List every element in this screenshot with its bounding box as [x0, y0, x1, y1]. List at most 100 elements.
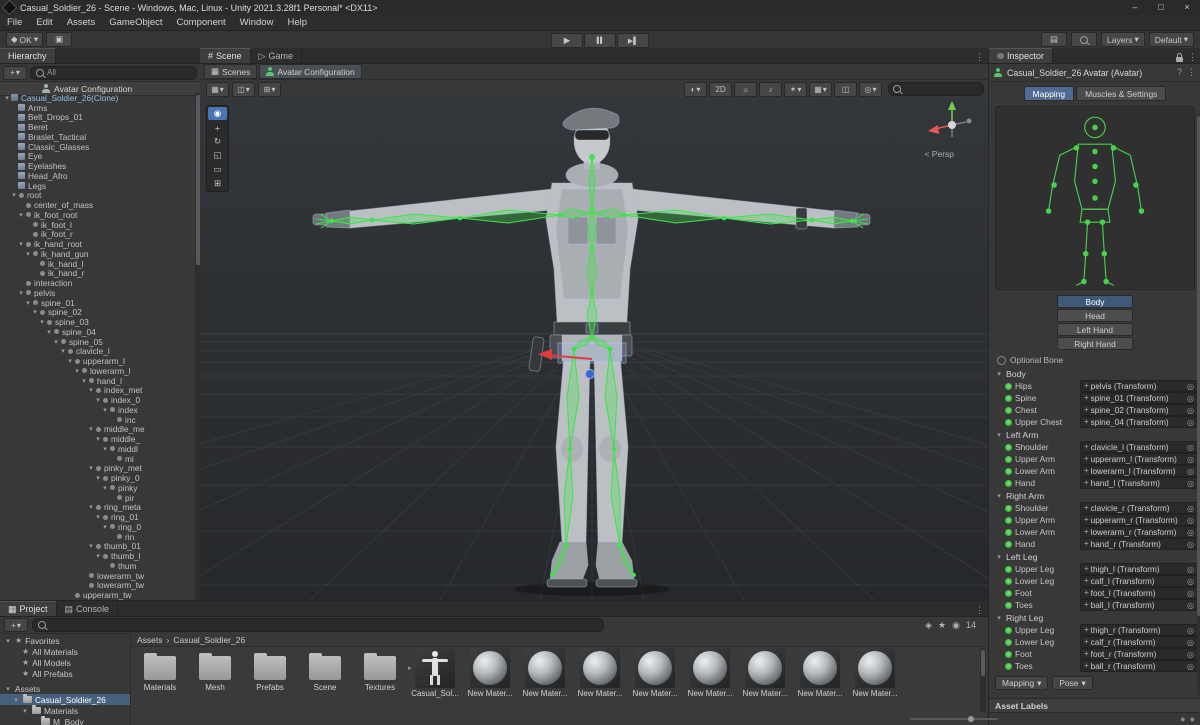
- layers-dropdown[interactable]: Layers▾: [1101, 32, 1145, 47]
- orientation-gizmo[interactable]: [928, 101, 972, 137]
- thumbnail-zoom-slider[interactable]: [910, 715, 974, 723]
- foldout-arrow[interactable]: ▾: [17, 289, 25, 297]
- hierarchy-item-pelvis[interactable]: ▾pelvis: [0, 288, 195, 298]
- perspective-label[interactable]: < Persp: [924, 149, 954, 159]
- object-picker-icon[interactable]: ◎: [1187, 589, 1194, 598]
- hierarchy-item-middle_[interactable]: ▾middle_: [0, 434, 195, 444]
- avatar-part-button-body[interactable]: Body: [1057, 295, 1133, 308]
- rotate-tool-button[interactable]: ↻: [208, 135, 227, 148]
- bone-object-field[interactable]: +calf_l (Transform)◎: [1080, 575, 1200, 587]
- foldout-arrow[interactable]: ▾: [21, 707, 29, 715]
- draw-mode-button[interactable]: ▦▾: [206, 82, 229, 97]
- foldout-arrow[interactable]: ▾: [4, 637, 12, 645]
- object-picker-icon[interactable]: ◎: [1187, 504, 1194, 513]
- shading-mode-button[interactable]: ◐▾: [684, 82, 707, 97]
- hierarchy-item-ring_01[interactable]: ▾ring_01: [0, 512, 195, 522]
- lighting-toggle-button[interactable]: ☼: [734, 82, 757, 97]
- bone-object-field[interactable]: +spine_04 (Transform)◎: [1080, 416, 1200, 428]
- hierarchy-item-interaction[interactable]: interaction: [0, 278, 195, 288]
- bone-object-field[interactable]: +foot_l (Transform)◎: [1080, 587, 1200, 599]
- foldout-arrow[interactable]: ▾: [31, 308, 39, 316]
- object-picker-icon[interactable]: ◎: [1187, 479, 1194, 488]
- foldout-arrow[interactable]: ▾: [24, 250, 32, 258]
- bone-object-field[interactable]: +spine_02 (Transform)◎: [1080, 404, 1200, 416]
- hierarchy-item-thum[interactable]: thum: [0, 561, 195, 571]
- section-foldout-right-leg[interactable]: ▾Right Leg: [995, 611, 1200, 624]
- bone-object-field[interactable]: +lowerarm_l (Transform)◎: [1080, 465, 1200, 477]
- foldout-arrow[interactable]: ▾: [94, 513, 102, 521]
- foldout-arrow[interactable]: ▾: [87, 542, 95, 550]
- assets-foldout[interactable]: ▾Assets: [0, 683, 130, 694]
- undo-history-button[interactable]: ▤: [1041, 32, 1067, 47]
- object-picker-icon[interactable]: ◎: [1187, 528, 1194, 537]
- camera-button[interactable]: ◫: [834, 82, 857, 97]
- foldout-arrow[interactable]: ▾: [17, 240, 25, 248]
- foldout-arrow[interactable]: ▾: [87, 425, 95, 433]
- menu-gameobject[interactable]: GameObject: [102, 15, 169, 30]
- hierarchy-item-Legs[interactable]: Legs: [0, 181, 195, 191]
- hierarchy-item-lowerarm_tw[interactable]: lowerarm_tw: [0, 581, 195, 591]
- foldout-arrow[interactable]: ▾: [73, 367, 81, 375]
- bone-object-field[interactable]: +lowerarm_r (Transform)◎: [1080, 526, 1200, 538]
- avatar-mapping-diagram[interactable]: [995, 106, 1195, 290]
- layout-dropdown[interactable]: Default▾: [1149, 32, 1194, 47]
- object-picker-icon[interactable]: ◎: [1187, 565, 1194, 574]
- tab-project[interactable]: ▦Project: [0, 601, 57, 616]
- hierarchy-item-thumb_01[interactable]: ▾thumb_01: [0, 542, 195, 552]
- foldout-arrow[interactable]: ▾: [66, 357, 74, 365]
- foldout-arrow[interactable]: ▾: [87, 464, 95, 472]
- project-tab-menu-icon[interactable]: ⋮: [975, 605, 984, 616]
- hierarchy-item-center_of_mass[interactable]: center_of_mass: [0, 200, 195, 210]
- effects-toggle-button[interactable]: ✶▾: [784, 82, 807, 97]
- bone-object-field[interactable]: +calf_r (Transform)◎: [1080, 636, 1200, 648]
- bone-object-field[interactable]: +clavicle_r (Transform)◎: [1080, 502, 1200, 514]
- foldout-arrow[interactable]: ▾: [52, 338, 60, 346]
- bone-object-field[interactable]: +spine_01 (Transform)◎: [1080, 392, 1200, 404]
- object-picker-icon[interactable]: ◎: [1187, 650, 1194, 659]
- breadcrumb-root[interactable]: Assets: [137, 635, 163, 645]
- scene-search-input[interactable]: [888, 82, 984, 96]
- avatar-part-button-right-hand[interactable]: Right Hand: [1057, 337, 1133, 350]
- bone-object-field[interactable]: +thigh_r (Transform)◎: [1080, 624, 1200, 636]
- foldout-arrow[interactable]: ▾: [45, 328, 53, 336]
- avatar-configuration-breadcrumb[interactable]: Avatar Configuration: [259, 64, 361, 79]
- hierarchy-item-spine_04[interactable]: ▾spine_04: [0, 327, 195, 337]
- object-picker-icon[interactable]: ◎: [1187, 540, 1194, 549]
- project-tree-item-materials[interactable]: ▾Materials: [0, 705, 130, 716]
- bone-object-field[interactable]: +hand_r (Transform)◎: [1080, 538, 1200, 550]
- bone-object-field[interactable]: +ball_r (Transform)◎: [1080, 660, 1200, 672]
- menu-file[interactable]: File: [0, 15, 29, 30]
- asset-folder-3[interactable]: Scene: [300, 648, 350, 724]
- object-picker-icon[interactable]: ◎: [1187, 626, 1194, 635]
- inspector-menu-icon[interactable]: ⋮: [1188, 52, 1197, 63]
- breadcrumb-current[interactable]: Casual_Soldier_26: [173, 635, 245, 645]
- asset-material-9[interactable]: New Mater...: [630, 648, 680, 724]
- asset-material-11[interactable]: New Mater...: [740, 648, 790, 724]
- scene-viewport[interactable]: ◉+↻◱▭⊞ < Persp: [200, 97, 988, 600]
- snap-button[interactable]: ⊞▾: [258, 82, 281, 97]
- asset-material-8[interactable]: New Mater...: [575, 648, 625, 724]
- foldout-arrow[interactable]: ▾: [995, 553, 1003, 561]
- hierarchy-item-hand_l[interactable]: ▾hand_l: [0, 376, 195, 386]
- hierarchy-item-thumb_l[interactable]: ▾thumb_l: [0, 551, 195, 561]
- hierarchy-item-Eyelashes[interactable]: Eyelashes: [0, 161, 195, 171]
- hierarchy-item-index_met[interactable]: ▾index_met: [0, 386, 195, 396]
- hierarchy-item-inc[interactable]: inc: [0, 415, 195, 425]
- project-tree-item-casual_soldier_26[interactable]: ▾Casual_Soldier_26: [0, 694, 130, 705]
- debug-mode-button[interactable]: ◫▾: [232, 82, 255, 97]
- foldout-arrow[interactable]: ▾: [995, 431, 1003, 439]
- object-picker-icon[interactable]: ◎: [1187, 516, 1194, 525]
- foldout-arrow[interactable]: ▾: [995, 492, 1003, 500]
- foldout-arrow[interactable]: ▾: [59, 347, 67, 355]
- hierarchy-item-index_0[interactable]: ▾index_0: [0, 395, 195, 405]
- hierarchy-item-Casual_Soldier_26(Clone)[interactable]: ▾Casual_Soldier_26(Clone): [0, 93, 195, 103]
- hierarchy-item-lowerarm_tw[interactable]: lowerarm_tw: [0, 571, 195, 581]
- maximize-button[interactable]: □: [1148, 0, 1174, 15]
- hierarchy-item-spine_02[interactable]: ▾spine_02: [0, 308, 195, 318]
- hierarchy-item-ik_foot_r[interactable]: ik_foot_r: [0, 230, 195, 240]
- avatar-part-button-left-hand[interactable]: Left Hand: [1057, 323, 1133, 336]
- foldout-arrow[interactable]: ▾: [10, 191, 18, 199]
- object-picker-icon[interactable]: ◎: [1187, 467, 1194, 476]
- 2d-toggle-button[interactable]: 2D: [709, 82, 732, 97]
- scenes-dropdown[interactable]: ▦Scenes: [204, 64, 257, 79]
